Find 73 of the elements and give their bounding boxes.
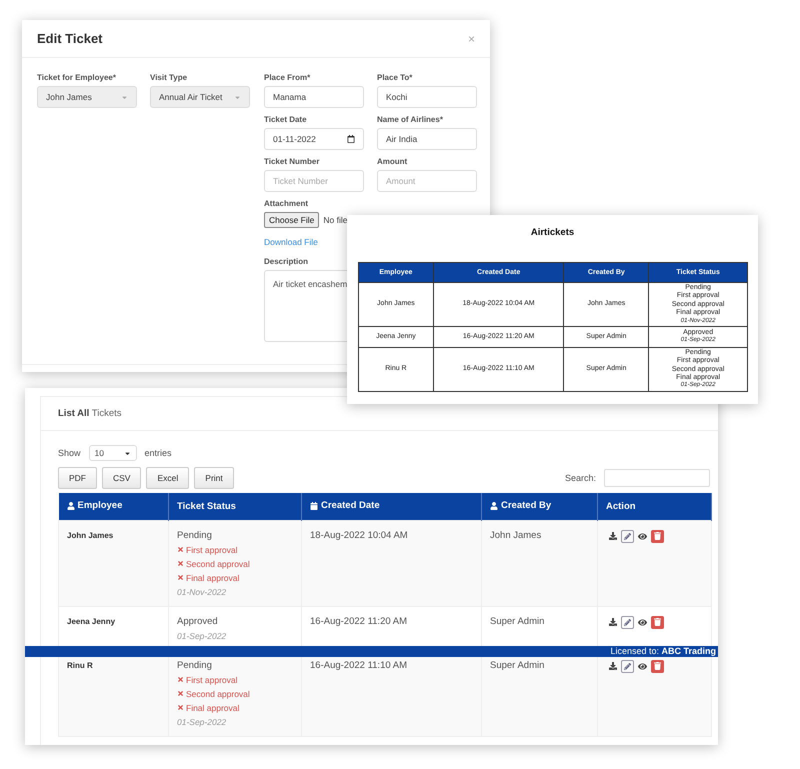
employee-name: John James (67, 530, 114, 540)
export-button[interactable]: PDF (58, 467, 97, 489)
field-label: Visit Type (150, 73, 188, 82)
choose-file-button[interactable]: Choose File (264, 212, 320, 228)
approval-step: First approval (177, 674, 238, 684)
export-button[interactable]: Excel (146, 467, 190, 489)
caret-icon (234, 94, 241, 100)
column-header: Created By (482, 493, 598, 520)
approval-step: Final approval (177, 572, 240, 582)
field-label: Place From* (264, 73, 312, 82)
approval-step: Final approval (177, 702, 240, 712)
created-date: 18-Aug-2022 10:04 AM (310, 530, 408, 540)
file-status: No file (323, 215, 348, 225)
calendar-icon (310, 502, 318, 510)
calendar-icon (347, 135, 355, 143)
field-label: Attachment (264, 199, 310, 208)
field-label: Ticket Number (264, 157, 320, 166)
edit-icon[interactable] (621, 660, 634, 672)
field-label: Description (264, 257, 310, 266)
created-date: 16-Aug-2022 11:20 AM (310, 616, 408, 626)
status-text: Pending (177, 530, 212, 540)
entries-label: entries (144, 448, 172, 458)
created-by: Super Admin (490, 616, 544, 626)
license-text: Licensed to: ABC Trading (610, 646, 716, 656)
field-label: Name of Airlines* (377, 115, 444, 124)
field-label: Amount (377, 157, 408, 166)
trash-icon[interactable] (651, 616, 664, 628)
approval-step: Second approval (177, 688, 250, 698)
created-date: 16-Aug-2022 11:10 AM (310, 660, 408, 670)
status-date: 01-Sep-2022 (177, 716, 226, 726)
caret-icon (124, 450, 131, 456)
date-field[interactable]: 01-11-2022 (264, 128, 364, 150)
export-button[interactable]: CSV (102, 467, 142, 489)
page-size-select[interactable]: 10 (88, 445, 137, 461)
column-header: Action (598, 493, 712, 520)
field-label: Ticket for Employee* (37, 73, 117, 82)
edit-icon[interactable] (621, 616, 634, 628)
show-label: Show (58, 448, 81, 458)
user-icon (66, 502, 74, 510)
dialog-title: Edit Ticket (37, 31, 103, 46)
select-field[interactable]: John James (37, 86, 137, 108)
report-title: Airtickets (530, 227, 574, 238)
download-icon[interactable] (606, 616, 619, 628)
employee-name: Rinu R (67, 660, 93, 670)
column-header: Employee (58, 493, 168, 520)
download-icon[interactable] (606, 660, 619, 672)
approval-step: First approval (177, 544, 238, 554)
search-label: Search: (564, 473, 596, 483)
created-by: Super Admin (490, 660, 544, 670)
input-field[interactable]: Air India (377, 128, 477, 150)
download-icon[interactable] (606, 530, 619, 542)
status-date: 01-Sep-2022 (177, 630, 226, 640)
status-text: Approved (177, 616, 218, 626)
status-date: 01-Nov-2022 (177, 586, 226, 596)
input-field[interactable]: Kochi (377, 86, 477, 108)
export-button[interactable]: Print (194, 467, 234, 489)
column-header: Created Date (302, 493, 482, 520)
approval-step: Second approval (177, 558, 250, 568)
status-text: Pending (177, 660, 212, 670)
caret-icon (121, 94, 128, 100)
edit-icon[interactable] (621, 530, 634, 542)
field-label: Ticket Date (264, 115, 308, 124)
trash-icon[interactable] (651, 530, 664, 542)
user-icon (490, 502, 498, 510)
employee-name: Jeena Jenny (67, 616, 116, 626)
input-field[interactable]: Manama (264, 86, 364, 108)
created-by: John James (490, 530, 542, 540)
column-header: Ticket Status (168, 493, 302, 520)
panel-title: List All Tickets (58, 408, 122, 419)
select-field[interactable]: Annual Air Ticket (150, 86, 250, 108)
search-field[interactable] (604, 469, 710, 487)
trash-icon[interactable] (651, 660, 664, 672)
field-label: Place To* (377, 73, 414, 82)
